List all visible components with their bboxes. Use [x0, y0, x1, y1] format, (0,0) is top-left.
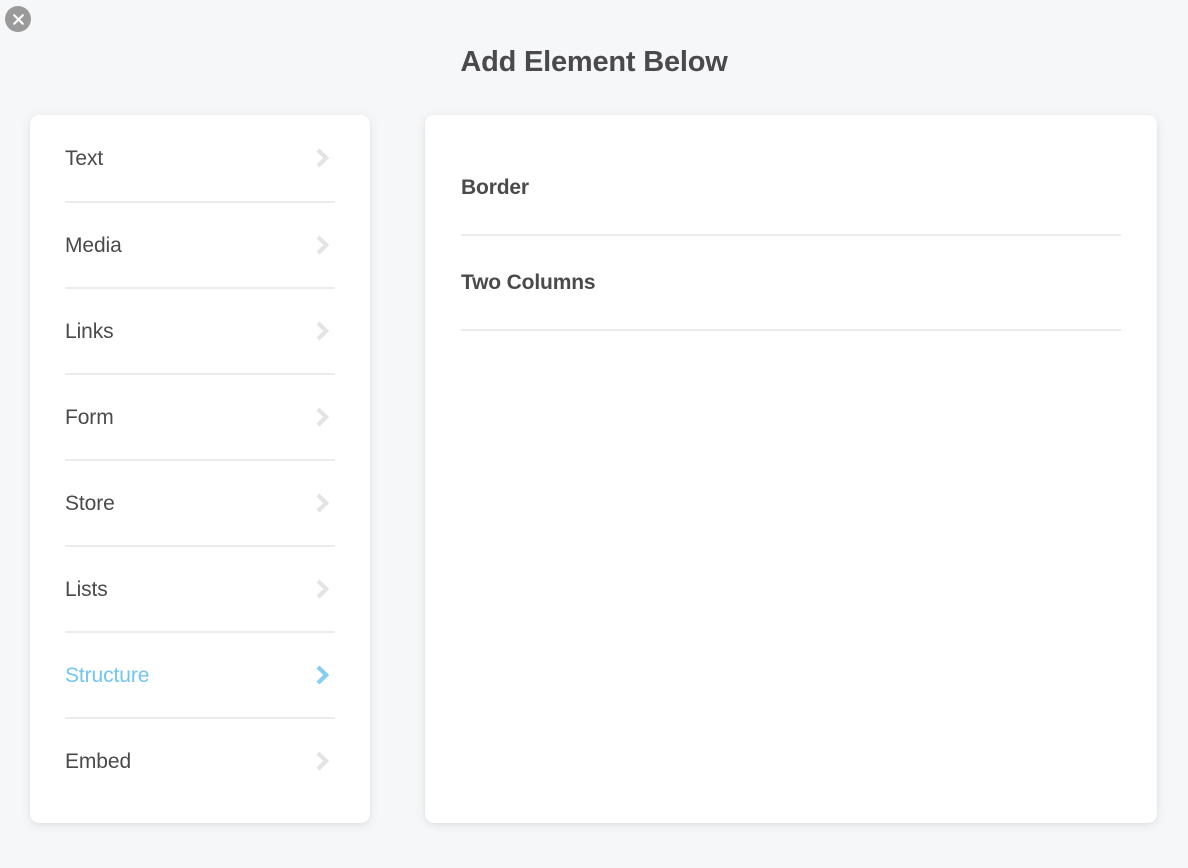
element-label: Two Columns — [461, 272, 595, 293]
chevron-right-icon — [313, 578, 333, 600]
sidebar-item-embed[interactable]: Embed — [65, 717, 335, 803]
chevron-right-icon — [313, 492, 333, 514]
close-button[interactable] — [5, 6, 31, 32]
element-label: Border — [461, 177, 529, 198]
sidebar-item-links[interactable]: Links — [65, 287, 335, 373]
category-label: Text — [65, 148, 103, 169]
category-label: Media — [65, 235, 122, 256]
page-title: Add Element Below — [0, 43, 1188, 81]
sidebar-item-lists[interactable]: Lists — [65, 545, 335, 631]
category-list: Text Media Links Form Store — [65, 115, 335, 803]
sidebar-item-form[interactable]: Form — [65, 373, 335, 459]
chevron-right-icon — [313, 406, 333, 428]
sidebar-item-media[interactable]: Media — [65, 201, 335, 287]
element-item-two-columns[interactable]: Two Columns — [461, 236, 1121, 331]
chevron-right-icon — [313, 320, 333, 342]
chevron-right-icon — [313, 664, 333, 686]
chevron-right-icon — [313, 234, 333, 256]
category-label: Lists — [65, 579, 108, 600]
category-label: Form — [65, 407, 114, 428]
sidebar-item-text[interactable]: Text — [65, 115, 335, 201]
element-panel: Border Two Columns — [425, 115, 1157, 823]
sidebar-item-structure[interactable]: Structure — [65, 631, 335, 717]
close-x-icon — [12, 13, 25, 26]
category-label: Store — [65, 493, 115, 514]
category-panel: Text Media Links Form Store — [30, 115, 370, 823]
category-label: Embed — [65, 751, 131, 772]
category-label: Structure — [65, 665, 149, 686]
element-item-border[interactable]: Border — [461, 141, 1121, 236]
element-list: Border Two Columns — [461, 141, 1121, 331]
sidebar-item-store[interactable]: Store — [65, 459, 335, 545]
category-label: Links — [65, 321, 114, 342]
chevron-right-icon — [313, 147, 333, 169]
chevron-right-icon — [313, 750, 333, 772]
